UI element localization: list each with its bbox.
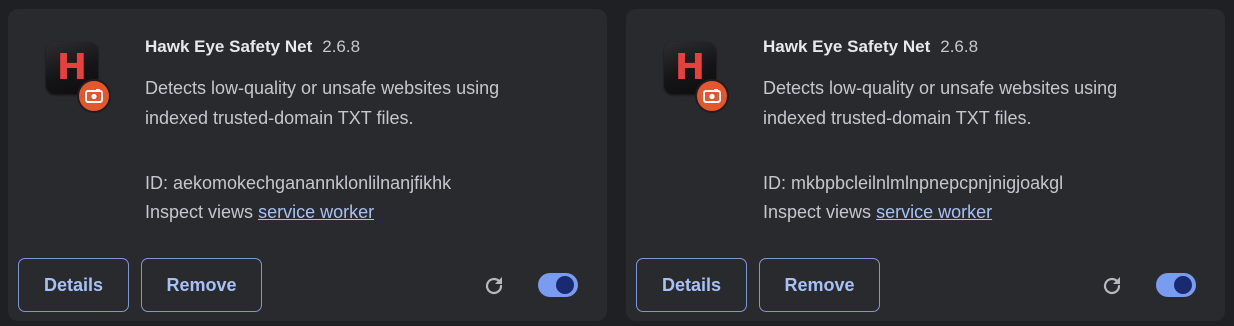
service-worker-link[interactable]: service worker (258, 202, 374, 222)
extension-card: H Hawk Eye Safety Net 2.6.8 Detects low-q… (626, 9, 1225, 321)
extension-logo-icon: H (664, 42, 730, 113)
extension-id: ID: aekomokechganannklonlilnanjfikhk (145, 173, 452, 193)
inspect-views-label: Inspect views (763, 202, 872, 222)
extension-name: Hawk Eye Safety Net (145, 37, 313, 56)
extension-description: Detects low-quality or unsafe websites u… (763, 78, 1118, 128)
reload-icon[interactable] (482, 274, 506, 298)
details-button[interactable]: Details (18, 258, 129, 312)
extension-version: 2.6.8 (322, 37, 361, 56)
enable-toggle[interactable] (538, 273, 578, 297)
extensions-page: H Hawk Eye Safety Net 2.6.8 Detects low-q… (0, 0, 1234, 326)
details-button[interactable]: Details (636, 258, 747, 312)
remove-button[interactable]: Remove (141, 258, 262, 312)
extension-name: Hawk Eye Safety Net (763, 37, 931, 56)
inspect-views-label: Inspect views (145, 202, 254, 222)
remove-button[interactable]: Remove (759, 258, 880, 312)
toggle-knob (1174, 276, 1192, 294)
extension-description: Detects low-quality or unsafe websites u… (145, 78, 500, 128)
enable-toggle[interactable] (1156, 273, 1196, 297)
service-worker-link[interactable]: service worker (876, 202, 992, 222)
toggle-knob (556, 276, 574, 294)
inspect-views: Inspect views service worker (763, 197, 992, 227)
camera-badge-icon (695, 79, 729, 113)
extension-logo-icon: H (46, 42, 112, 113)
extension-title: Hawk Eye Safety Net 2.6.8 (763, 37, 978, 61)
reload-icon[interactable] (1100, 274, 1124, 298)
extension-card: H Hawk Eye Safety Net 2.6.8 Detects low-q… (8, 9, 607, 321)
extension-title: Hawk Eye Safety Net 2.6.8 (145, 37, 360, 61)
extension-id: ID: mkbpbcleilnlmlnpnepcpnjnigjoakgl (763, 173, 1064, 193)
extension-version: 2.6.8 (940, 37, 979, 56)
camera-badge-icon (77, 79, 111, 113)
inspect-views: Inspect views service worker (145, 197, 374, 227)
